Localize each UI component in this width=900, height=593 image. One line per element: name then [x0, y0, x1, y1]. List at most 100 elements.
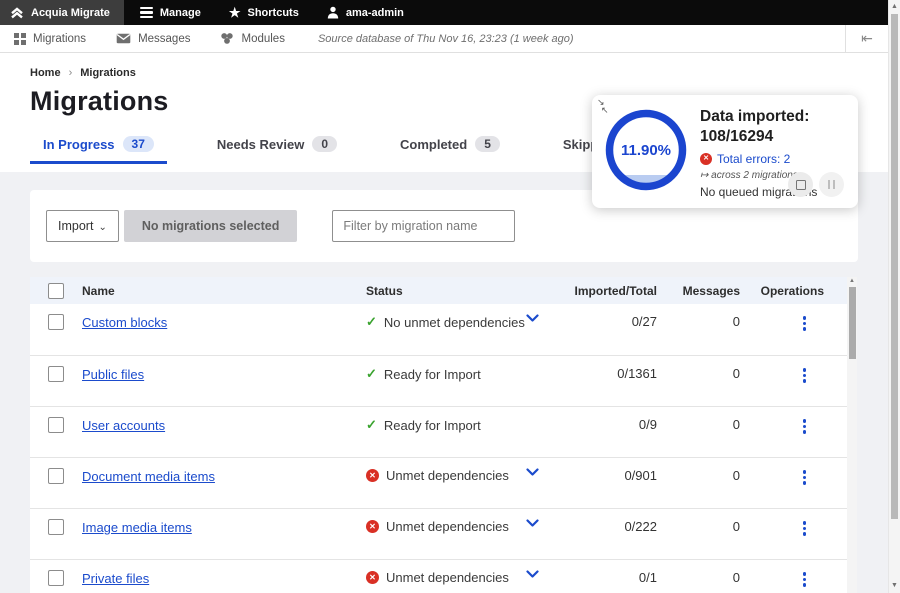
- chevron-down-icon: ⌄: [98, 222, 106, 233]
- page-scrollbar-thumb[interactable]: [891, 14, 898, 519]
- manage-label: Manage: [160, 7, 201, 19]
- modules-label: Modules: [241, 33, 284, 45]
- header-status: Status: [366, 284, 526, 298]
- table-scrollbar-thumb[interactable]: [849, 287, 856, 359]
- imported-total-value: 0/27: [562, 314, 657, 329]
- total-errors-link[interactable]: Total errors: 2: [717, 152, 790, 166]
- double-chevron-up-icon: [10, 7, 24, 19]
- scroll-up-icon[interactable]: ▲: [889, 2, 900, 12]
- header-messages: Messages: [657, 284, 740, 298]
- header-operations: Operations: [740, 284, 832, 298]
- no-migrations-selected-button: No migrations selected: [124, 210, 298, 242]
- pause-icon: [828, 180, 836, 189]
- grid-icon: [14, 33, 26, 45]
- breadcrumb: Home › Migrations: [30, 67, 858, 79]
- breadcrumb-current[interactable]: Migrations: [80, 67, 136, 79]
- status-ok-icon: ✓: [366, 417, 377, 433]
- status-ok-icon: ✓: [366, 314, 377, 330]
- shortcuts-label: Shortcuts: [247, 7, 298, 19]
- row-checkbox[interactable]: [48, 519, 64, 535]
- toolbar-item-modules[interactable]: Modules: [205, 25, 299, 52]
- table-body: Custom blocks ✓ No unmet dependencies 0/…: [30, 304, 857, 593]
- import-dropdown-button[interactable]: Import ⌄: [46, 210, 119, 242]
- messages-count: 0: [657, 366, 740, 381]
- tab-in-progress[interactable]: In Progress 37: [30, 130, 167, 164]
- status-label: Unmet dependencies: [386, 468, 509, 483]
- status-error-icon: ✕: [366, 469, 379, 482]
- migration-name-link[interactable]: Document media items: [82, 469, 215, 484]
- tab-count-badge: 0: [312, 136, 337, 152]
- row-checkbox[interactable]: [48, 570, 64, 586]
- migration-name-link[interactable]: Public files: [82, 367, 144, 382]
- scroll-up-icon[interactable]: ▲: [847, 278, 857, 284]
- migration-name-link[interactable]: User accounts: [82, 418, 165, 433]
- kebab-menu-icon[interactable]: [799, 570, 811, 589]
- pause-import-button[interactable]: [819, 172, 844, 197]
- topbar-item-user[interactable]: ama-admin: [313, 0, 418, 25]
- migrations-table: Name Status Imported/Total Messages Oper…: [30, 277, 857, 593]
- row-checkbox[interactable]: [48, 366, 64, 382]
- row-checkbox[interactable]: [48, 468, 64, 484]
- imported-total-value: 0/1361: [562, 366, 657, 381]
- migration-name-link[interactable]: Image media items: [82, 520, 192, 535]
- expand-chevron-icon[interactable]: [526, 519, 539, 528]
- kebab-menu-icon[interactable]: [799, 366, 811, 385]
- migration-name-link[interactable]: Private files: [82, 571, 149, 586]
- expand-chevron-icon[interactable]: [526, 570, 539, 579]
- status-label: No unmet dependencies: [384, 315, 525, 330]
- admin-topbar: Acquia Migrate Manage ★ Shortcuts ama-ad…: [0, 0, 888, 25]
- user-icon: [327, 6, 339, 19]
- kebab-menu-icon[interactable]: [799, 314, 811, 333]
- migration-filter-input[interactable]: [332, 210, 515, 242]
- page-scrollbar[interactable]: ▲ ▼: [888, 0, 900, 593]
- expand-chevron-icon[interactable]: [526, 314, 539, 323]
- scroll-down-icon[interactable]: ▼: [889, 581, 900, 591]
- tab-label: In Progress: [43, 137, 115, 152]
- table-scrollbar[interactable]: ▲: [847, 277, 857, 593]
- row-checkbox[interactable]: [48, 417, 64, 433]
- tab-completed[interactable]: Completed 5: [387, 130, 513, 164]
- messages-count: 0: [657, 468, 740, 483]
- kebab-menu-icon[interactable]: [799, 519, 811, 538]
- data-imported-fraction: 108/16294: [700, 127, 850, 147]
- star-icon: ★: [229, 6, 241, 19]
- status-label: Ready for Import: [384, 418, 481, 433]
- collapse-left-icon: ⇤: [861, 30, 873, 47]
- select-all-checkbox[interactable]: [48, 283, 64, 299]
- topbar-item-shortcuts[interactable]: ★ Shortcuts: [215, 0, 313, 25]
- collapse-toolbar-button[interactable]: ⇤: [845, 25, 888, 52]
- table-row: Private files ✕ Unmet dependencies 0/1 0: [30, 559, 857, 593]
- selected-count-label: No migrations selected: [142, 219, 280, 233]
- header-name: Name: [82, 284, 366, 298]
- username-label: ama-admin: [346, 7, 404, 19]
- imported-total-value: 0/901: [562, 468, 657, 483]
- table-header-row: Name Status Imported/Total Messages Oper…: [30, 277, 857, 304]
- toolbar-item-migrations[interactable]: Migrations: [0, 25, 101, 52]
- kebab-menu-icon[interactable]: [799, 468, 811, 487]
- expand-chevron-icon[interactable]: [526, 468, 539, 477]
- topbar-brand-acquia-migrate[interactable]: Acquia Migrate: [0, 0, 124, 25]
- tab-count-badge: 37: [123, 136, 154, 152]
- status-error-icon: ✕: [366, 571, 379, 584]
- migrations-label: Migrations: [33, 33, 86, 45]
- across-text: across 2 migrations: [711, 170, 798, 181]
- toolbar-item-messages[interactable]: Messages: [101, 25, 205, 52]
- topbar-item-manage[interactable]: Manage: [126, 0, 215, 25]
- tab-count-badge: 5: [475, 136, 500, 152]
- messages-label: Messages: [138, 33, 190, 45]
- source-database-note: Source database of Thu Nov 16, 23:23 (1 …: [318, 33, 574, 45]
- progress-percent: 11.90%: [605, 109, 687, 191]
- kebab-menu-icon[interactable]: [799, 417, 811, 436]
- imported-total-value: 0/1: [562, 570, 657, 585]
- tab-needs-review[interactable]: Needs Review 0: [204, 130, 350, 164]
- imported-total-value: 0/9: [562, 417, 657, 432]
- status-label: Unmet dependencies: [386, 519, 509, 534]
- stop-import-button[interactable]: [788, 172, 813, 197]
- brand-label: Acquia Migrate: [31, 7, 110, 19]
- row-checkbox[interactable]: [48, 314, 64, 330]
- breadcrumb-home-link[interactable]: Home: [30, 67, 61, 79]
- migration-name-link[interactable]: Custom blocks: [82, 315, 167, 330]
- error-icon: ✕: [700, 153, 712, 165]
- import-label: Import: [58, 219, 93, 233]
- total-errors-row[interactable]: ✕ Total errors: 2: [700, 152, 850, 166]
